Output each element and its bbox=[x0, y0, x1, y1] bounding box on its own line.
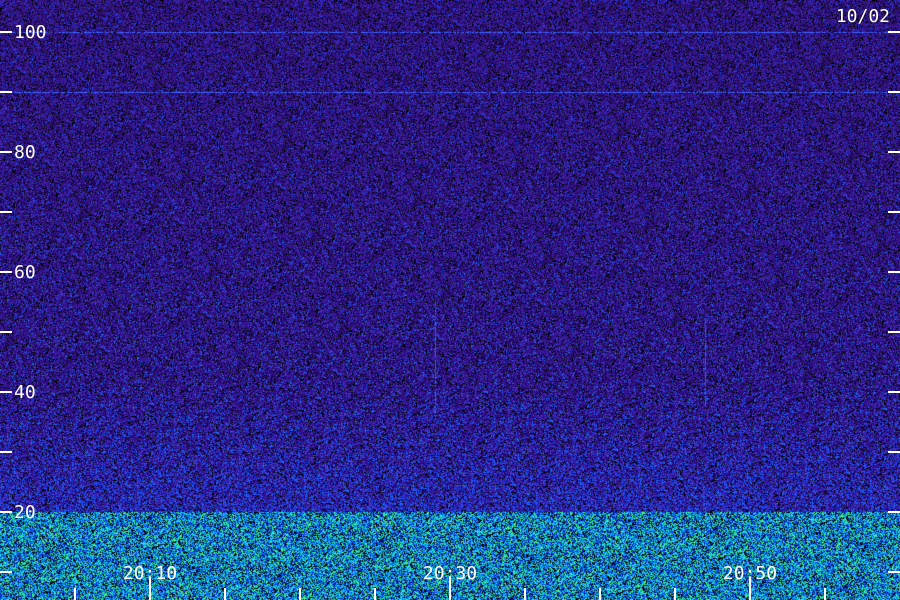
y-tick-label: 40 bbox=[14, 382, 36, 403]
x-tick-label: 20:50 bbox=[723, 563, 777, 584]
x-tick-label: 20:30 bbox=[423, 563, 477, 584]
axes-overlay: 100 80 60 40 20 20:10 20:30 20:50 bbox=[0, 22, 900, 600]
y-tick-label: 100 bbox=[14, 22, 47, 43]
y-tick-label: 60 bbox=[14, 262, 36, 283]
y-tick-label: 20 bbox=[14, 502, 36, 523]
date-label: 10/02 bbox=[835, 6, 890, 27]
x-tick-label: 20:10 bbox=[123, 563, 177, 584]
y-tick-label: 80 bbox=[14, 142, 36, 163]
